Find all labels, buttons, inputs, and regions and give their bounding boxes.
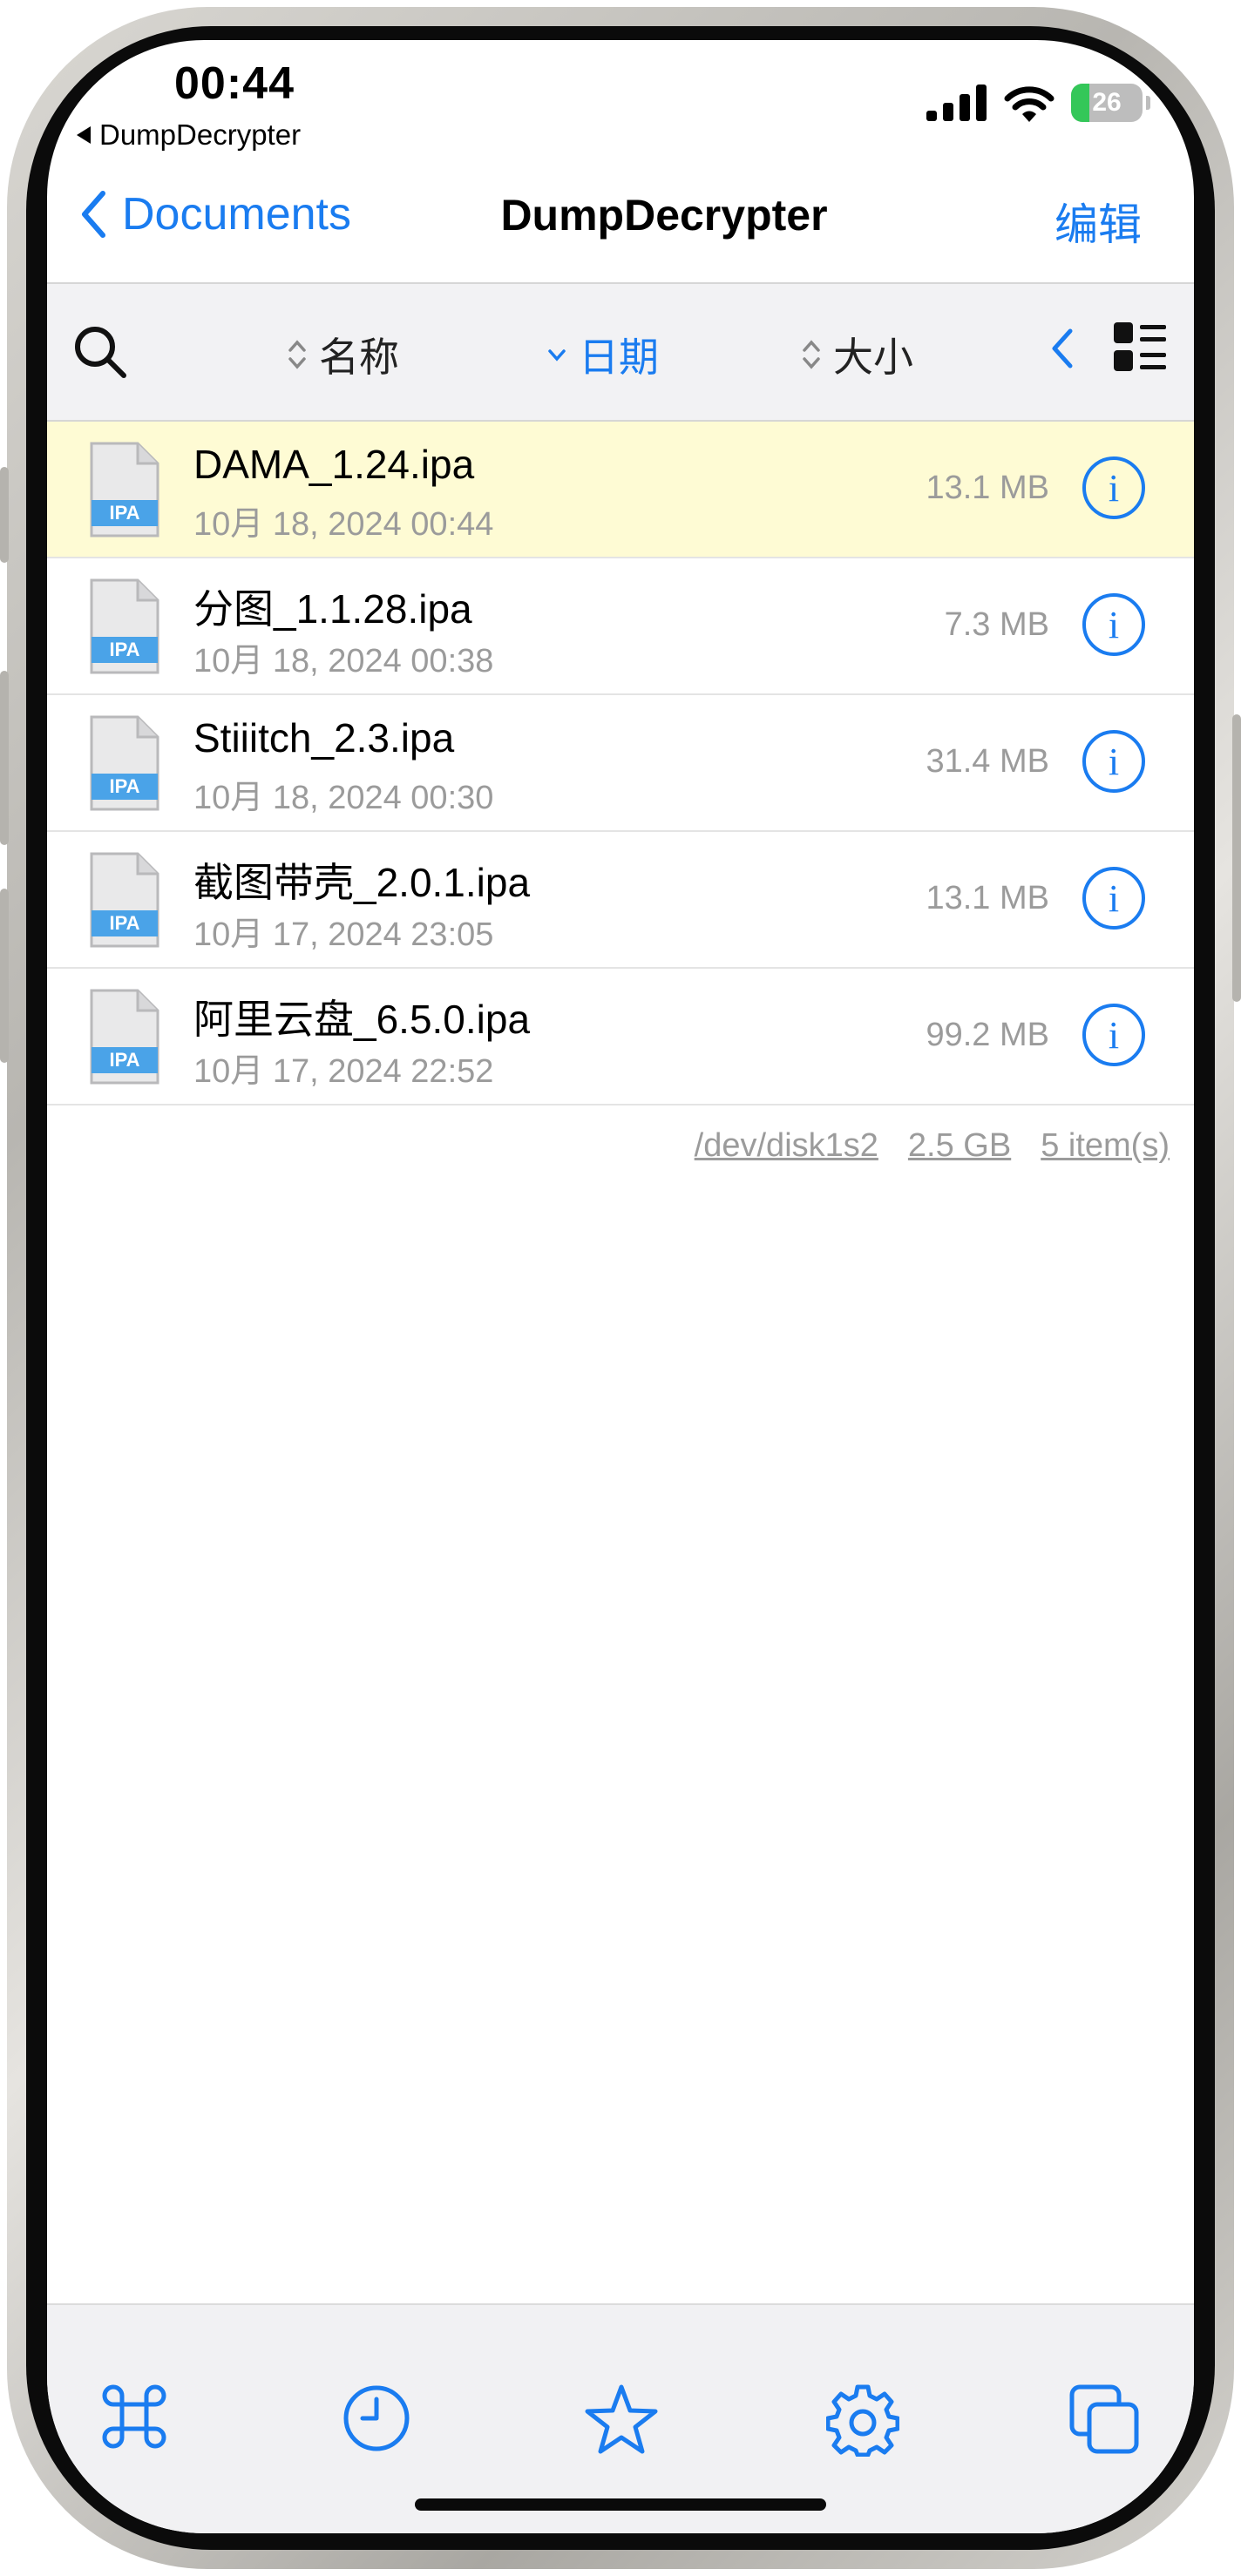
file-size: 7.3 MB bbox=[944, 606, 1049, 643]
file-list: IPA DAMA_1.24.ipa 10月 18, 2024 00:44 13.1 M… bbox=[47, 422, 1194, 1105]
file-date: 10月 18, 2024 00:38 bbox=[193, 643, 494, 679]
file-name: 截图带壳_2.0.1.ipa bbox=[193, 860, 531, 905]
file-name: 分图_1.1.28.ipa bbox=[193, 586, 472, 632]
file-size: 13.1 MB bbox=[926, 470, 1049, 506]
battery-icon: 26 bbox=[1071, 84, 1143, 122]
free-space-link[interactable]: 2.5 GB bbox=[908, 1127, 1011, 1165]
info-icon[interactable]: i bbox=[1081, 728, 1147, 794]
ipa-file-icon: IPA bbox=[90, 442, 159, 538]
sort-date-label: 日期 bbox=[579, 335, 659, 380]
status-time: 00:44 bbox=[174, 58, 295, 109]
status-icons: 26 bbox=[926, 84, 1150, 122]
ipa-file-icon: IPA bbox=[90, 852, 159, 948]
disk-link[interactable]: /dev/disk1s2 bbox=[695, 1127, 878, 1165]
ipa-badge-label: IPA bbox=[109, 775, 139, 797]
svg-text:i: i bbox=[1109, 1014, 1119, 1057]
edit-button[interactable]: 编辑 bbox=[1055, 190, 1142, 253]
star-icon[interactable] bbox=[584, 2383, 659, 2455]
file-name: Stiiitch_2.3.ipa bbox=[193, 715, 455, 761]
home-indicator bbox=[415, 2498, 826, 2511]
svg-text:i: i bbox=[1109, 740, 1119, 783]
file-row[interactable]: IPA 阿里云盘_6.5.0.ipa 10月 17, 2024 22:52 99.2 … bbox=[47, 969, 1194, 1105]
sort-size-label: 大小 bbox=[833, 335, 913, 380]
sort-by-name[interactable]: 名称 bbox=[288, 326, 399, 383]
ipa-file-icon: IPA bbox=[90, 715, 159, 811]
ipa-file-icon: IPA bbox=[90, 578, 159, 674]
ipa-badge-label: IPA bbox=[109, 1049, 139, 1071]
file-row[interactable]: IPA 截图带壳_2.0.1.ipa 10月 17, 2024 23:05 13.1 … bbox=[47, 832, 1194, 969]
power-button bbox=[1232, 714, 1241, 1002]
chevron-left-icon bbox=[82, 191, 105, 238]
clock-icon[interactable] bbox=[342, 2383, 411, 2453]
file-date: 10月 18, 2024 00:44 bbox=[193, 506, 494, 543]
ipa-badge-label: IPA bbox=[109, 912, 139, 934]
sort-bar: 名称 日期 大小 bbox=[47, 284, 1194, 420]
info-icon[interactable]: i bbox=[1081, 455, 1147, 521]
back-to-app[interactable]: DumpDecrypter bbox=[77, 118, 301, 152]
file-date: 10月 17, 2024 23:05 bbox=[193, 916, 494, 953]
search-icon[interactable] bbox=[71, 323, 129, 381]
file-row[interactable]: IPA Stiiitch_2.3.ipa 10月 18, 2024 00:30 31.… bbox=[47, 695, 1194, 832]
info-icon[interactable]: i bbox=[1081, 1002, 1147, 1068]
chevron-down-icon bbox=[548, 349, 566, 362]
file-date: 10月 18, 2024 00:30 bbox=[193, 780, 494, 816]
screen: 00:44 DumpDecrypter 26 Documents DumpDec… bbox=[47, 40, 1194, 2533]
file-size: 13.1 MB bbox=[926, 880, 1049, 916]
file-name: 阿里云盘_6.5.0.ipa bbox=[193, 997, 531, 1042]
storage-summary: /dev/disk1s2 2.5 GB 5 item(s) bbox=[695, 1127, 1170, 1165]
file-size: 99.2 MB bbox=[926, 1017, 1049, 1053]
sort-by-size[interactable]: 大小 bbox=[802, 326, 913, 383]
back-label: Documents bbox=[122, 189, 351, 240]
list-view-icon[interactable] bbox=[1112, 321, 1166, 375]
page-title: DumpDecrypter bbox=[500, 191, 828, 240]
wifi-icon bbox=[1004, 86, 1055, 122]
back-triangle-icon bbox=[77, 126, 91, 144]
action-button bbox=[0, 467, 9, 563]
svg-text:i: i bbox=[1109, 877, 1119, 920]
gear-icon[interactable] bbox=[826, 2383, 899, 2457]
svg-text:i: i bbox=[1109, 604, 1119, 646]
file-date: 10月 17, 2024 22:52 bbox=[193, 1053, 494, 1090]
file-name: DAMA_1.24.ipa bbox=[193, 442, 475, 487]
info-icon[interactable]: i bbox=[1081, 865, 1147, 931]
ipa-badge-label: IPA bbox=[109, 502, 139, 524]
windows-icon[interactable] bbox=[1068, 2383, 1140, 2455]
info-icon[interactable]: i bbox=[1081, 592, 1147, 658]
volume-up-button bbox=[0, 671, 9, 845]
volume-down-button bbox=[0, 889, 9, 1063]
chevron-left-icon[interactable] bbox=[1049, 322, 1075, 375]
file-row[interactable]: IPA 分图_1.1.28.ipa 10月 18, 2024 00:38 7.3 MB… bbox=[47, 558, 1194, 695]
command-icon[interactable] bbox=[101, 2383, 167, 2450]
battery-cap bbox=[1146, 96, 1150, 110]
file-size: 31.4 MB bbox=[926, 743, 1049, 780]
ipa-badge-label: IPA bbox=[109, 639, 139, 660]
battery-level: 26 bbox=[1092, 88, 1122, 117]
item-count-link[interactable]: 5 item(s) bbox=[1041, 1127, 1170, 1165]
svg-text:i: i bbox=[1109, 467, 1119, 510]
cellular-signal-icon bbox=[926, 85, 987, 121]
sort-updown-icon bbox=[288, 340, 306, 369]
sort-name-label: 名称 bbox=[319, 335, 399, 380]
documents-back-button[interactable]: Documents bbox=[80, 188, 351, 240]
sort-updown-icon bbox=[803, 340, 820, 369]
sort-by-date[interactable]: 日期 bbox=[547, 326, 659, 383]
back-app-label: DumpDecrypter bbox=[99, 118, 302, 151]
file-row[interactable]: IPA DAMA_1.24.ipa 10月 18, 2024 00:44 13.1 M… bbox=[47, 422, 1194, 558]
ipa-file-icon: IPA bbox=[90, 989, 159, 1085]
